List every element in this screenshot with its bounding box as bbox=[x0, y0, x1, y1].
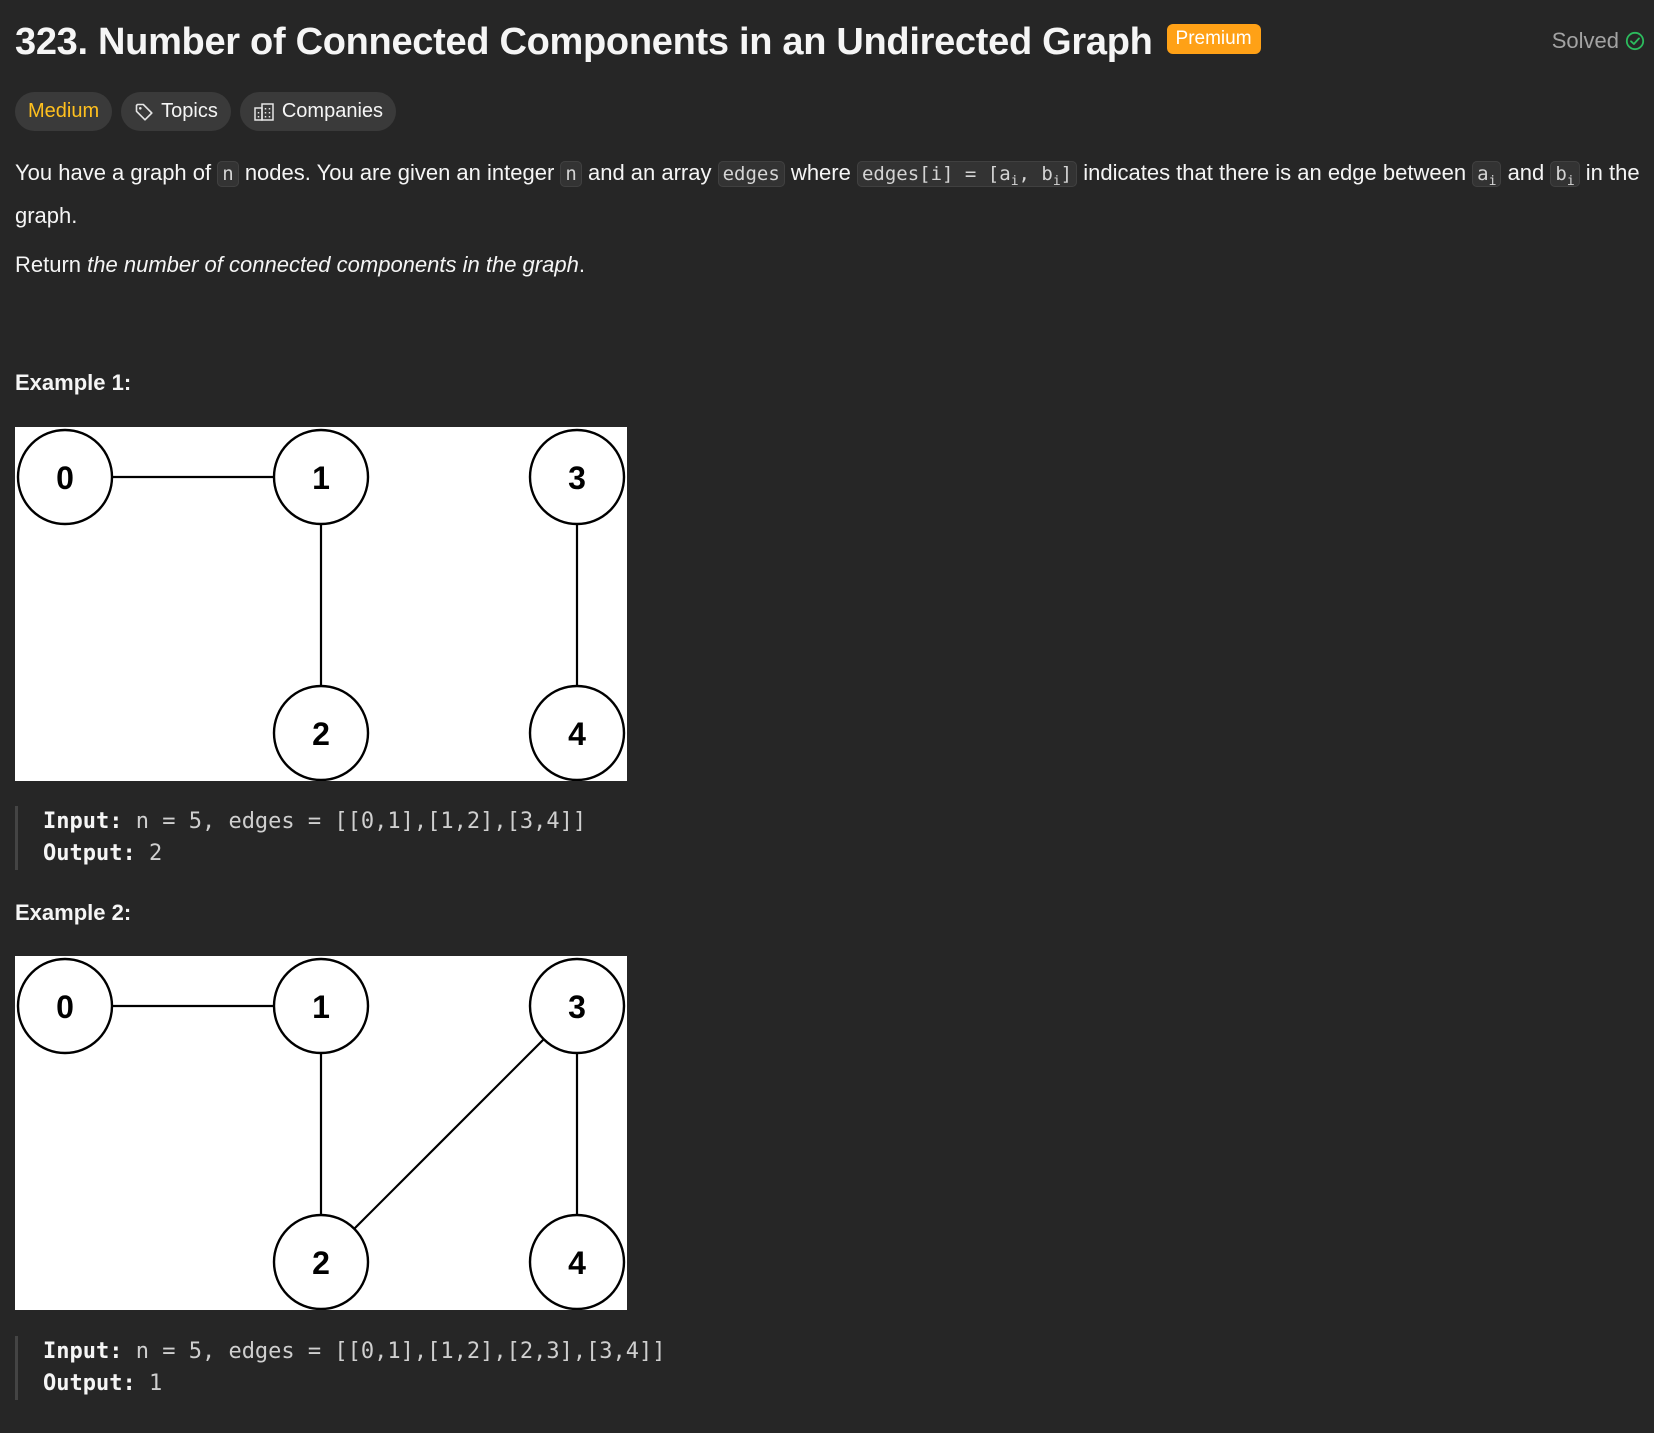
solved-label: Solved bbox=[1551, 28, 1619, 53]
difficulty-badge: Medium bbox=[15, 92, 113, 131]
problem-title-text[interactable]: 323. Number of Connected Components in a… bbox=[15, 21, 1153, 63]
desc-text: You have a graph of bbox=[15, 160, 218, 185]
example-2-graph: 0 1 2 3 4 bbox=[15, 956, 627, 1310]
tag-row: Medium Topics Companies bbox=[15, 92, 397, 131]
node-label-3: 3 bbox=[568, 989, 586, 1025]
node-label-1: 1 bbox=[312, 989, 330, 1025]
input-value: n = 5, edges = [[0,1],[1,2],[3,4]] bbox=[122, 809, 587, 834]
node-label-2: 2 bbox=[312, 716, 330, 752]
output-label: Output: bbox=[43, 841, 136, 866]
code-part: , b bbox=[1018, 163, 1053, 185]
desc-text: where bbox=[784, 160, 857, 185]
difficulty-label: Medium bbox=[28, 100, 100, 122]
code-subscript: i bbox=[1052, 173, 1061, 189]
output-label: Output: bbox=[43, 1371, 136, 1396]
example-1-io: Input: n = 5, edges = [[0,1],[1,2],[3,4]… bbox=[15, 806, 586, 870]
companies-label: Companies bbox=[281, 100, 384, 122]
code-a-i: ai bbox=[1472, 161, 1502, 189]
input-label: Input: bbox=[43, 1339, 123, 1364]
problem-title[interactable]: 323. Number of Connected Components in a… bbox=[15, 18, 1261, 66]
desc-text: and an array bbox=[581, 160, 718, 185]
node-label-4: 4 bbox=[568, 716, 586, 752]
desc-emphasis: the number of connected components in th… bbox=[87, 252, 579, 277]
code-part: b bbox=[1555, 163, 1567, 185]
input-value: n = 5, edges = [[0,1],[1,2],[2,3],[3,4]] bbox=[122, 1339, 666, 1364]
input-label: Input: bbox=[43, 809, 123, 834]
companies-button[interactable]: Companies bbox=[239, 92, 397, 131]
node-label-0: 0 bbox=[56, 989, 74, 1025]
code-part: edges[i] = [a bbox=[861, 163, 1011, 185]
check-circle-icon bbox=[1625, 31, 1645, 51]
edge-2-3 bbox=[353, 1038, 545, 1230]
return-paragraph: Return the number of connected component… bbox=[15, 248, 1645, 282]
desc-text: and bbox=[1501, 160, 1551, 185]
code-part: a bbox=[1477, 163, 1489, 185]
desc-text: indicates that there is an edge between bbox=[1077, 160, 1473, 185]
code-subscript: i bbox=[1010, 173, 1019, 189]
code-subscript: i bbox=[1488, 173, 1497, 189]
code-n: n bbox=[560, 161, 582, 187]
solved-status: Solved bbox=[1552, 28, 1645, 54]
description-paragraph: You have a graph of n nodes. You are giv… bbox=[15, 156, 1645, 233]
node-label-4: 4 bbox=[568, 1245, 586, 1281]
example-2-io: Input: n = 5, edges = [[0,1],[1,2],[2,3]… bbox=[15, 1336, 666, 1400]
node-label-0: 0 bbox=[56, 460, 74, 496]
code-n: n bbox=[217, 161, 239, 187]
node-label-3: 3 bbox=[568, 460, 586, 496]
topics-button[interactable]: Topics bbox=[121, 92, 231, 131]
code-edges-i: edges[i] = [ai, bi] bbox=[856, 161, 1078, 189]
node-label-1: 1 bbox=[312, 460, 330, 496]
code-b-i: bi bbox=[1550, 161, 1580, 189]
node-label-2: 2 bbox=[312, 1245, 330, 1281]
code-edges: edges bbox=[717, 161, 785, 187]
desc-text: Return bbox=[15, 252, 88, 277]
example-1-graph: 0 1 2 3 4 bbox=[15, 427, 627, 781]
building-icon bbox=[254, 102, 274, 121]
output-value: 1 bbox=[135, 1371, 163, 1396]
example-2-title: Example 2: bbox=[15, 900, 132, 925]
code-part: ] bbox=[1060, 163, 1073, 185]
desc-text: nodes. You are given an integer bbox=[238, 160, 561, 185]
desc-text: . bbox=[578, 252, 585, 277]
premium-badge: Premium bbox=[1166, 23, 1261, 54]
problem-header: 323. Number of Connected Components in a… bbox=[15, 18, 1645, 68]
output-value: 2 bbox=[135, 841, 163, 866]
code-subscript: i bbox=[1566, 173, 1575, 189]
example-1-title: Example 1: bbox=[15, 370, 132, 395]
topics-label: Topics bbox=[161, 100, 218, 122]
tag-icon bbox=[135, 103, 153, 121]
